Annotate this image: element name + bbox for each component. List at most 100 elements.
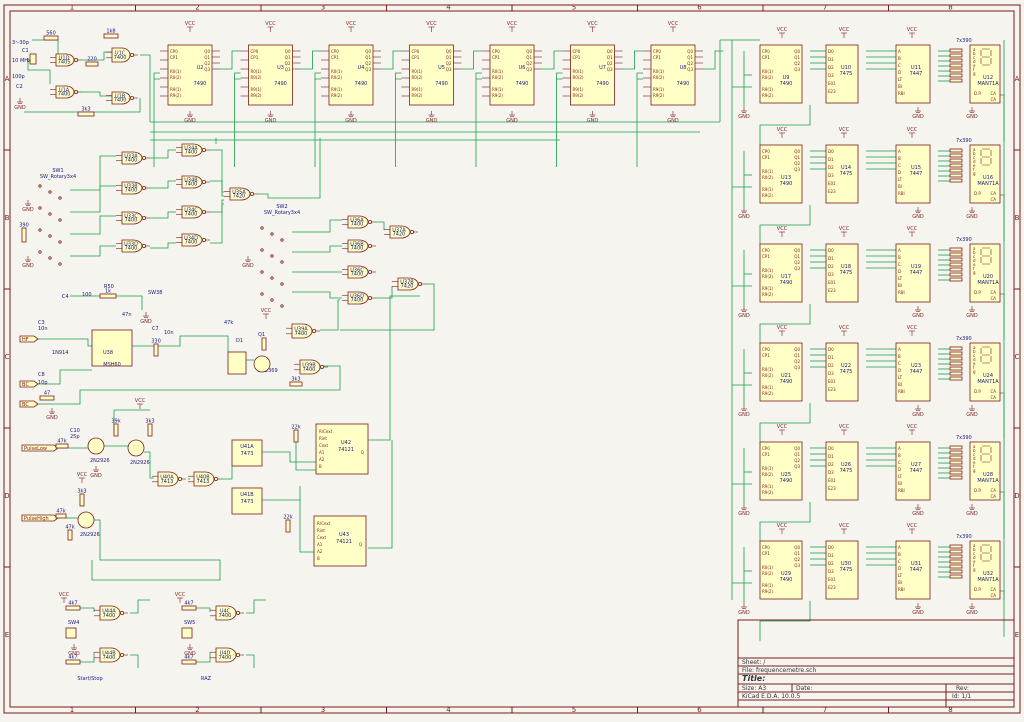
display-ca-pin: CA (990, 395, 996, 400)
monostable-pin-q: Q (359, 542, 362, 547)
osc-out-wire (140, 54, 151, 122)
display-carry-wire (759, 105, 811, 145)
display-row-5: CP0CP1R0(1)R0(2)R9(1)R9(2)Q0Q1Q2Q3U25749… (738, 424, 1001, 517)
display-7seg-value: MAN71A (977, 379, 999, 385)
display-row-1: CP0CP1R0(1)R0(2)R9(1)R9(2)Q0Q1Q2Q3U97490… (738, 27, 1001, 120)
display-decoder-pin: D (898, 467, 901, 472)
display-counter-pin: CP0 (762, 545, 770, 550)
resistor-value: 3k3 (81, 107, 90, 113)
display-counter-pin: Q2 (794, 359, 800, 364)
display-carry-wire (759, 304, 811, 344)
vcc-label: VCC (346, 21, 357, 27)
monostable-pin-name: Cext (319, 443, 329, 448)
pulse-r47k-a (55, 443, 69, 449)
counter-chip-u4: CP0CP1 R0(1)R0(2) R9(1)R9(2) Q0Q1Q2Q3U4 7490… (321, 21, 381, 124)
display-resistor (949, 168, 963, 173)
display-counter-pin: R9(1) (762, 286, 773, 291)
input-c3-val: 10n (38, 326, 48, 332)
display-latch-pin: D3 (828, 272, 834, 277)
gnd-label: GND (966, 214, 978, 220)
switch-contact (38, 184, 42, 188)
display-row-4: CP0CP1R0(1)R0(2)R9(1)R9(2)Q0Q1Q2Q3U21749… (738, 325, 1001, 418)
switch-contact (58, 196, 62, 200)
control-switch (181, 627, 193, 639)
gate-value: 7400 (185, 182, 198, 188)
display-counter-pin: R9(1) (762, 583, 773, 588)
pin-name-r92: R9(2) (412, 93, 423, 98)
display-counter-pin: R0(2) (762, 571, 773, 576)
gnd-label: GND (265, 118, 277, 124)
display-counter-pin: Q0 (794, 545, 800, 550)
input-100: 100 (82, 292, 92, 298)
gate-value: 7400 (351, 272, 364, 278)
pin-name-q: Q2 (204, 61, 210, 66)
selector-wire (70, 215, 116, 235)
display-ca-wire (1000, 94, 1005, 141)
switch-contact (38, 228, 42, 232)
gnd-label: GND (966, 313, 978, 319)
display-latch-pin: D2 (828, 561, 834, 566)
control-gate-b: U4D7400 (210, 647, 244, 663)
pin-name-r92: R9(2) (573, 93, 584, 98)
input-r-q1 (261, 337, 267, 351)
display-latch-value: 7475 (840, 171, 853, 177)
pin-name-r92: R9(2) (251, 93, 262, 98)
display-counter-pin: Q1 (794, 254, 800, 259)
pulse-stage-block: PulseLow PulseHigh 2N2926 2N2926 2N2926 47k 39… (21, 398, 369, 567)
input-47n: 47n (122, 312, 132, 318)
pulse-wire (262, 451, 316, 463)
resistor-value: 22k (291, 425, 300, 431)
selector-wire (70, 245, 116, 257)
display-resistor (949, 564, 963, 569)
display-7seg-value: MAN71A (977, 577, 999, 583)
pin-name-cp0: CP0 (331, 49, 339, 54)
control-wire (246, 599, 266, 614)
reset-wire (475, 72, 482, 80)
pulse-gate-u40b: U40B7413 (188, 471, 222, 487)
display-counter-pin: R9(1) (762, 385, 773, 390)
counter-carry-wire (300, 50, 321, 70)
zone-col-top: 8 (948, 4, 952, 12)
display-latch-pin: D1 (828, 157, 834, 162)
transistor-q1 (253, 355, 271, 373)
display-row-6: CP0CP1R0(1)R0(2)R9(1)R9(2)Q0Q1Q2Q3U29749… (738, 523, 1001, 616)
gate-bubble (74, 90, 79, 95)
display-resistor (949, 366, 963, 371)
input-r3k3-a (39, 395, 55, 401)
display-counter-pin: R0(2) (762, 472, 773, 477)
display-resistor (949, 455, 963, 460)
pulse-r39k (113, 423, 119, 437)
display-counter-pin: Q0 (794, 248, 800, 253)
display-row-2: CP0CP1R0(1)R0(2)R9(1)R9(2)Q0Q1Q2Q3U13749… (738, 127, 1001, 220)
gate-bubble (120, 611, 125, 616)
display-latch-value: 7475 (840, 270, 853, 276)
counter-chip-u8: CP0CP1 R0(1)R0(2) R9(1)R9(2) Q0Q1Q2Q3U8 7490… (643, 21, 703, 124)
pin-name-q: Q1 (526, 55, 532, 60)
switch-contact (58, 262, 62, 266)
gnd-label: GND (912, 610, 924, 616)
display-resistor (949, 549, 963, 554)
display-counter-pin: CP1 (762, 254, 770, 259)
gate-bubble (201, 237, 206, 242)
switch-contact (280, 304, 284, 308)
selector-wire (340, 283, 435, 331)
display-latch-pin: D0 (828, 545, 834, 550)
selector-gate-u34a: U34A7400 (176, 143, 210, 157)
counter-carry-wire (461, 50, 482, 70)
vcc-label: VCC (587, 21, 598, 27)
counter-ref: U8 (680, 65, 687, 71)
gnd-label: GND (506, 118, 518, 124)
input-r330 (153, 343, 159, 357)
display-counter-pin: R0(2) (762, 175, 773, 180)
input-wire (132, 335, 229, 352)
pin-name-r92: R9(2) (653, 93, 664, 98)
gate-value: 7400 (351, 246, 364, 252)
zone-col-top: 6 (697, 4, 702, 12)
vcc-label: VCC (907, 325, 918, 331)
display-latch-pin: D0 (828, 446, 834, 451)
pin-name-r01: R0(1) (492, 69, 503, 74)
gnd-label: GND (912, 214, 924, 220)
display-latch-value: 7475 (840, 369, 853, 375)
port-label: PulseHigh (24, 516, 49, 522)
display-decoder-value: 7447 (910, 171, 923, 177)
